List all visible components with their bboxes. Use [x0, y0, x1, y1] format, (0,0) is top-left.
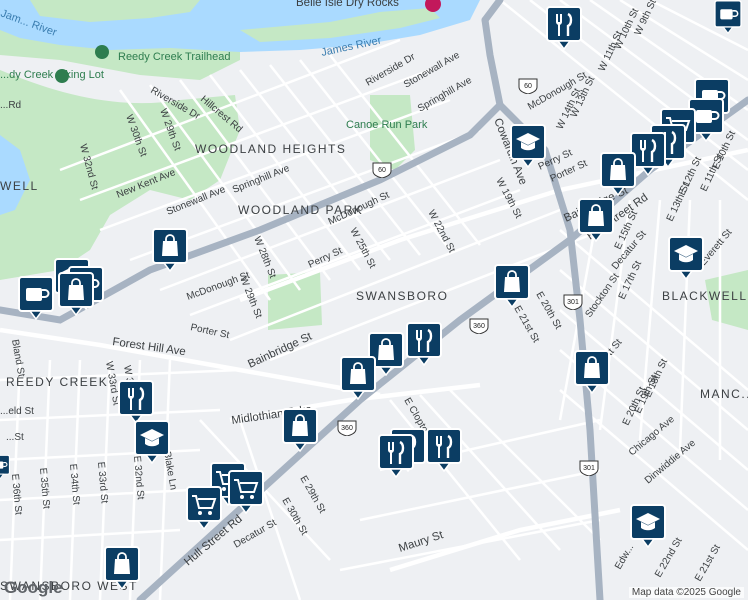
manchester-label: MANC...: [700, 387, 748, 401]
google-logo: Google: [4, 578, 63, 597]
svg-text:60: 60: [524, 83, 532, 90]
svg-text:301: 301: [583, 465, 595, 472]
w-st-label: ...St: [6, 432, 24, 443]
reedy-parking-label: ...dy Creek ...king Lot: [0, 69, 104, 81]
us-360-shield-b: 360: [337, 420, 357, 436]
trailhead-icon: [95, 45, 109, 59]
woodland-heights-label: WOODLAND HEIGHTS: [195, 142, 346, 156]
us-301-shield-b: 301: [579, 460, 599, 476]
svg-text:360: 360: [341, 425, 353, 432]
us-60-shield-b: 60: [518, 78, 538, 94]
us-301-shield-a: 301: [563, 294, 583, 310]
map-attribution[interactable]: Map data ©2025 Google: [628, 587, 744, 598]
svg-text:360: 360: [473, 323, 485, 330]
map-canvas[interactable]: 60 60 360 360 301 301 Belle Isle Dry Roc…: [0, 0, 748, 600]
swansboro-label: SWANSBORO: [356, 289, 448, 303]
w-eld-label: ...eld St: [0, 406, 34, 417]
w-rd-label: ...Rd: [0, 100, 21, 111]
belle-isle-label: Belle Isle Dry Rocks: [296, 0, 399, 9]
svg-text:60: 60: [378, 167, 386, 174]
reedy-creek-trailhead-label: Reedy Creek Trailhead: [118, 51, 231, 63]
reedy-creek-label: REEDY CREEK: [6, 375, 108, 389]
well-label: WELL: [0, 179, 39, 193]
parking-park-icon: [55, 69, 69, 83]
us-360-shield-a: 360: [469, 318, 489, 334]
svg-text:301: 301: [567, 299, 579, 306]
canoe-run-park-label: Canoe Run Park: [346, 119, 428, 131]
blackwell-label: BLACKWELL: [662, 289, 748, 303]
us-60-shield-a: 60: [372, 162, 392, 178]
